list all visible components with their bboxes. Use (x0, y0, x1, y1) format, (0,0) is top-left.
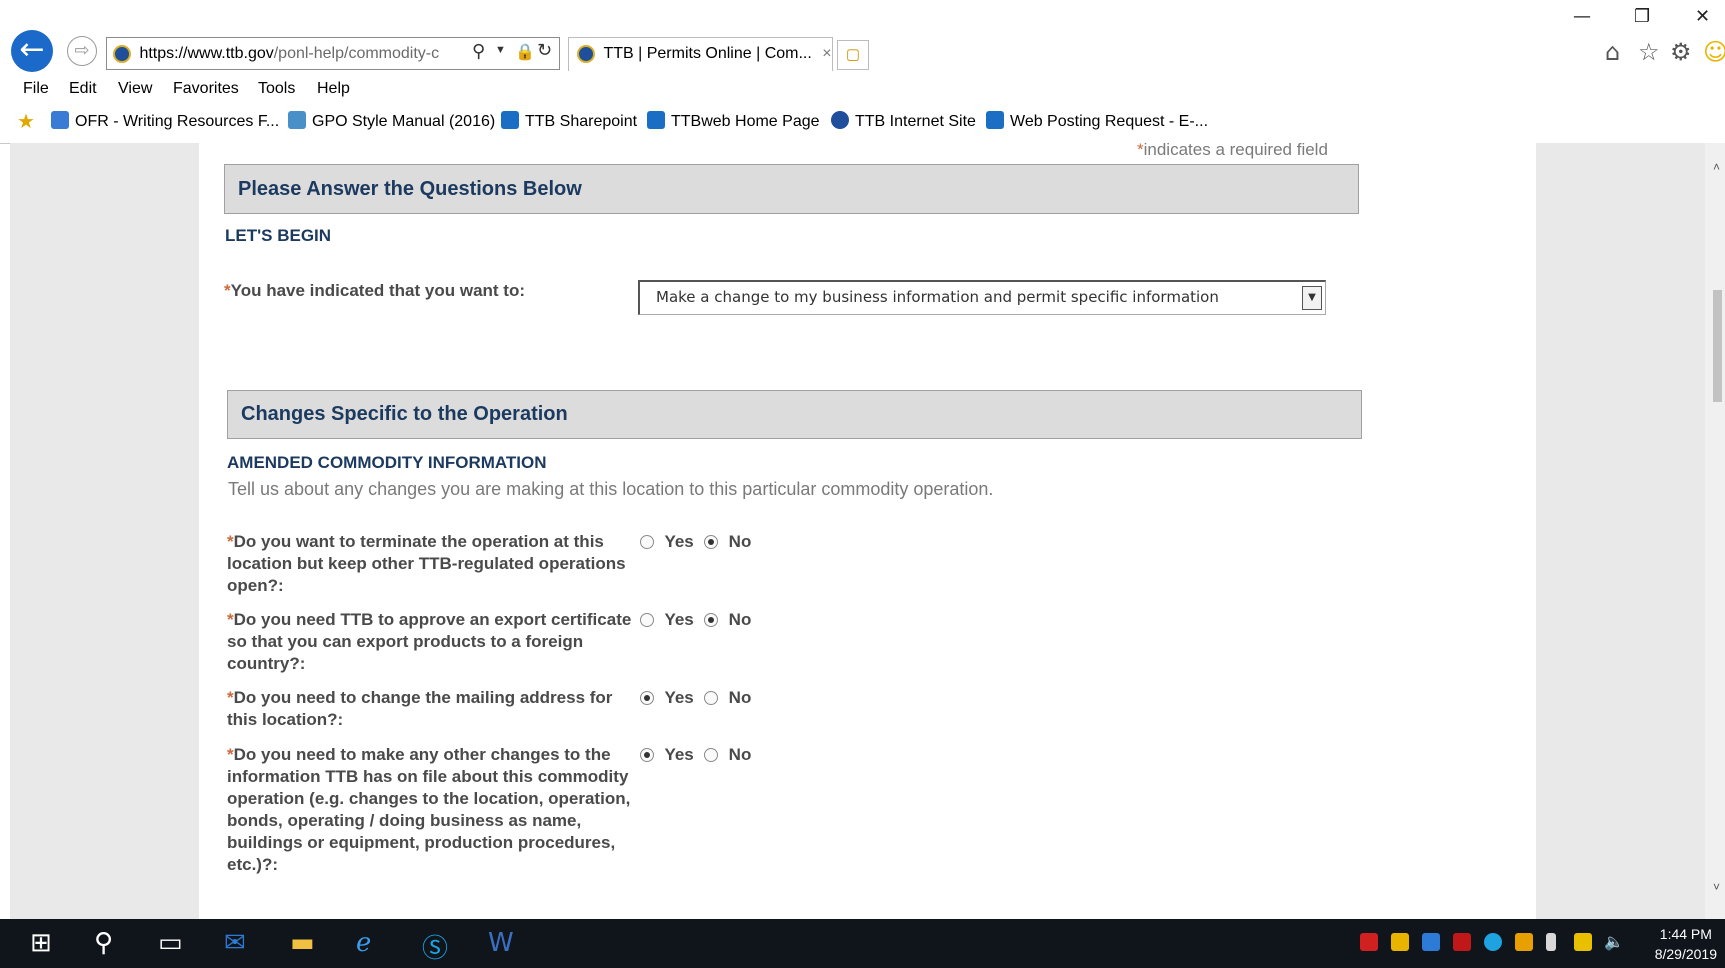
terminate-no-radio[interactable] (704, 535, 719, 549)
scroll-down-icon[interactable]: ˅ (1713, 880, 1720, 894)
intent-select[interactable]: Make a change to my business information… (638, 280, 1326, 315)
chevron-down-icon[interactable]: ▼ (1302, 286, 1322, 310)
file-explorer-icon[interactable]: ▬ (290, 928, 315, 958)
volume-icon[interactable]: 🔈 (1604, 932, 1624, 951)
menu-help[interactable]: Help (317, 80, 350, 98)
refresh-icon[interactable]: ↻ (537, 40, 552, 61)
required-field-note: *indicates a required field (1137, 140, 1328, 159)
menu-view[interactable]: View (118, 80, 152, 98)
favorite-gpo[interactable]: GPO Style Manual (2016) (288, 111, 495, 131)
tab-shield-icon (577, 44, 595, 63)
tab-close-icon[interactable]: × (822, 45, 831, 62)
settings-gear-icon[interactable]: ⚙ (1670, 38, 1692, 66)
new-tab-icon: ▢ (845, 46, 861, 63)
dropdown-arrow-icon[interactable]: ▼ (495, 44, 506, 56)
mailing-yes-radio[interactable] (640, 691, 654, 705)
question-export-options: Yes No (640, 610, 751, 630)
favorite-ttbweb-home[interactable]: TTBweb Home Page (647, 111, 820, 131)
favorite-web-posting[interactable]: Web Posting Request - E-... (986, 111, 1208, 131)
search-icon[interactable]: ⚲ (94, 928, 113, 958)
favorite-ttb-sharepoint[interactable]: TTB Sharepoint (501, 111, 637, 131)
windows-taskbar: ⊞ ⚲ ▭ ✉ ▬ ℯ Ⓢ W 🔈 1:44 PM 8/29/2019 (0, 919, 1725, 968)
menu-edit[interactable]: Edit (69, 80, 97, 98)
intent-select-value: Make a change to my business information… (656, 288, 1219, 306)
question-other-changes-options: Yes No (640, 745, 751, 765)
forward-button[interactable]: ⇨ (67, 36, 97, 66)
word-icon[interactable]: W (488, 928, 514, 958)
search-icon[interactable]: ⚲ (472, 41, 485, 62)
minimize-icon[interactable]: — (1573, 6, 1591, 27)
amended-commodity-heading: AMENDED COMMODITY INFORMATION (227, 453, 547, 472)
menu-tools[interactable]: Tools (258, 80, 295, 98)
section-description: Tell us about any changes you are making… (228, 479, 994, 499)
section-header-questions: Please Answer the Questions Below (224, 164, 1359, 214)
new-tab-button[interactable]: ▢ (837, 40, 869, 70)
skype-icon[interactable]: Ⓢ (422, 928, 448, 965)
tray-sync-icon[interactable] (1515, 933, 1533, 951)
tray-notes-icon[interactable] (1574, 933, 1592, 951)
windows-start-icon[interactable]: ⊞ (30, 928, 52, 958)
tray-outlook-icon[interactable] (1422, 933, 1440, 951)
clock-time: 1:44 PM (1659, 926, 1712, 942)
scroll-up-icon[interactable]: ˄ (1713, 160, 1720, 174)
section-header-changes: Changes Specific to the Operation (227, 390, 1362, 439)
intent-question-label: *You have indicated that you want to: (224, 281, 525, 300)
gpo-icon (288, 111, 306, 129)
other-changes-no-radio[interactable] (704, 748, 719, 762)
url-host: https://www.ttb.gov (139, 45, 274, 62)
tab-title: TTB | Permits Online | Com... (603, 45, 812, 62)
taskbar-clock[interactable]: 1:44 PM 8/29/2019 (1655, 924, 1717, 964)
address-bar[interactable]: https://www.ttb.gov/ponl-help/commodity-… (106, 37, 560, 70)
url-path: /ponl-help/commodity-c (273, 45, 440, 62)
back-button[interactable]: ← (11, 30, 53, 72)
sharepoint-icon (986, 111, 1004, 129)
sharepoint-icon (501, 111, 519, 129)
tray-security-icon[interactable] (1360, 933, 1378, 951)
internet-explorer-icon[interactable]: ℯ (356, 928, 371, 958)
restore-icon[interactable]: ❐ (1634, 6, 1650, 27)
clock-date: 8/29/2019 (1654, 946, 1717, 962)
tray-usb-icon[interactable] (1546, 933, 1556, 951)
question-mailing-label: *Do you need to change the mailing addre… (227, 688, 613, 729)
terminate-yes-radio[interactable] (640, 535, 654, 549)
browser-tab[interactable]: TTB | Permits Online | Com... × (568, 37, 833, 71)
question-terminate-label: *Do you want to terminate the operation … (227, 532, 626, 595)
favorites-bar: ★ OFR - Writing Resources F... GPO Style… (0, 109, 1300, 135)
sharepoint-icon (647, 111, 665, 129)
export-no-radio[interactable] (704, 613, 719, 627)
outlook-icon[interactable]: ✉ (224, 928, 246, 958)
favorite-ofr[interactable]: OFR - Writing Resources F... (51, 111, 279, 131)
tray-mail-icon[interactable] (1391, 933, 1409, 951)
menu-favorites[interactable]: Favorites (173, 80, 239, 98)
tray-mcafee-icon[interactable] (1453, 933, 1471, 951)
ttb-shield-icon (831, 111, 849, 129)
question-export-label: *Do you need TTB to approve an export ce… (227, 610, 632, 673)
question-terminate-options: Yes No (640, 532, 751, 552)
back-arrow-icon: ← (19, 32, 45, 67)
vertical-scrollbar[interactable] (1705, 143, 1725, 919)
menu-bar: File Edit View Favorites Tools Help (0, 78, 600, 102)
site-shield-icon (113, 44, 131, 63)
task-view-icon[interactable]: ▭ (158, 928, 183, 958)
favorite-ttb-internet[interactable]: TTB Internet Site (831, 111, 976, 131)
home-icon[interactable]: ⌂ (1605, 38, 1620, 66)
favorites-add-icon[interactable]: ★ (17, 109, 35, 133)
tray-skype-icon[interactable] (1484, 933, 1502, 951)
lets-begin-heading: LET'S BEGIN (225, 226, 332, 245)
close-window-icon[interactable]: ✕ (1695, 6, 1710, 27)
other-changes-yes-radio[interactable] (640, 748, 654, 762)
mailing-no-radio[interactable] (704, 691, 719, 705)
question-mailing-options: Yes No (640, 688, 751, 708)
ofr-icon (51, 111, 69, 129)
forward-arrow-icon: ⇨ (74, 40, 90, 61)
export-yes-radio[interactable] (640, 613, 654, 627)
favorites-star-icon[interactable]: ☆ (1638, 38, 1660, 66)
scrollbar-thumb[interactable] (1713, 290, 1722, 402)
feedback-smiley-icon[interactable]: ☺ (1703, 38, 1725, 66)
lock-icon[interactable]: 🔒 (515, 42, 535, 61)
menu-file[interactable]: File (23, 80, 49, 98)
question-other-changes-label: *Do you need to make any other changes t… (227, 745, 631, 874)
